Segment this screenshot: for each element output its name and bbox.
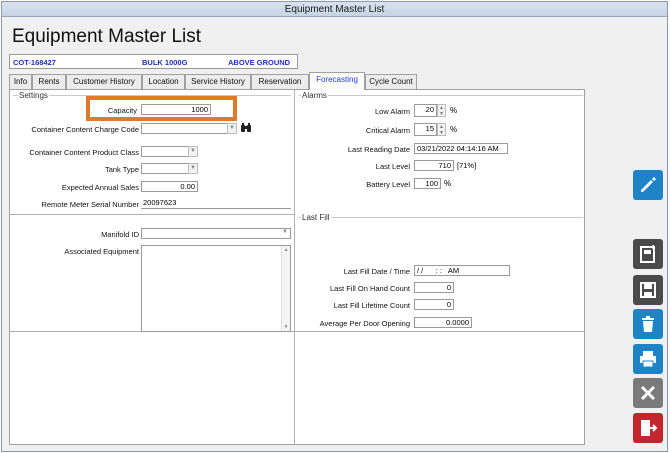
tank-type-dropdown-button[interactable]: ▼ — [188, 163, 198, 174]
cancel-button[interactable] — [633, 378, 663, 408]
last-fill-group-line — [299, 217, 583, 218]
tab-rents[interactable]: Rents — [32, 74, 66, 89]
last-reading-label: Last Reading Date — [347, 145, 410, 154]
alarms-group-line — [299, 95, 583, 96]
tab-location[interactable]: Location — [142, 74, 185, 89]
exit-button[interactable] — [633, 413, 663, 443]
battery-level-unit: % — [444, 179, 452, 188]
print-button[interactable] — [633, 344, 663, 374]
equipment-id: COT-168427 — [13, 58, 56, 67]
manifold-id-label: Manifold ID — [101, 230, 139, 239]
annual-sales-input[interactable]: 0.00 — [141, 181, 198, 192]
settings-group-label: Settings — [18, 91, 49, 100]
delete-button[interactable] — [633, 309, 663, 339]
associated-equipment-scrollbar[interactable]: ▲ ▼ — [281, 246, 290, 331]
charge-code-dropdown-button[interactable]: ▼ — [227, 123, 237, 134]
exit-door-icon — [641, 420, 658, 436]
tab-forecasting[interactable]: Forecasting — [309, 72, 365, 90]
per-door-value: 0.0000 — [414, 317, 472, 328]
manifold-id-select[interactable] — [141, 228, 291, 239]
new-document-icon — [640, 245, 655, 263]
last-level-label: Last Level — [375, 162, 410, 171]
tank-type-label: Tank Type — [104, 165, 139, 174]
equipment-location-type: ABOVE GROUND — [228, 58, 291, 67]
associated-equipment-list[interactable]: ▲ ▼ — [141, 245, 291, 332]
charge-code-select[interactable] — [141, 123, 237, 134]
equipment-summary-bar: COT-168427 BULK 1000G ABOVE GROUND — [9, 54, 298, 69]
last-level-value: 710 — [414, 160, 454, 171]
column-divider — [294, 90, 295, 444]
new-button[interactable] — [633, 239, 663, 269]
tab-customer-history[interactable]: Customer History — [66, 74, 142, 89]
battery-level-value: 100 — [414, 178, 441, 189]
product-class-label: Container Content Product Class — [29, 148, 139, 157]
meter-serial-label: Remote Meter Serial Number — [41, 200, 139, 209]
low-alarm-label: Low Alarm — [374, 107, 410, 116]
forecasting-panel: Settings Capacity 1000 Container Content… — [9, 89, 585, 445]
charge-code-label: Container Content Charge Code — [31, 125, 139, 134]
last-fill-lifetime-value: 0 — [414, 299, 454, 310]
meter-serial-input[interactable]: 20097623 — [141, 198, 291, 209]
window-title-bar: Equipment Master List — [2, 2, 667, 17]
battery-level-label: Battery Level — [366, 180, 410, 189]
x-icon — [640, 385, 656, 401]
save-button[interactable] — [633, 275, 663, 305]
last-fill-on-hand-label: Last Fill On Hand Count — [329, 284, 410, 293]
last-fill-group-label: Last Fill — [301, 213, 331, 222]
low-alarm-spinner[interactable]: ▲ ▼ — [437, 104, 446, 117]
critical-alarm-input[interactable]: 15 — [414, 123, 437, 136]
equipment-master-window: Equipment Master List Equipment Master L… — [1, 1, 668, 452]
associated-equipment-label: Associated Equipment — [64, 247, 139, 256]
last-reading-value: 03/21/2022 04:14:16 AM — [414, 143, 508, 154]
last-fill-on-hand-value: 0 — [414, 282, 454, 293]
capacity-highlight-box — [86, 96, 237, 121]
printer-icon — [640, 351, 656, 368]
page-title: Equipment Master List — [12, 26, 202, 47]
scroll-down-icon[interactable]: ▼ — [282, 323, 290, 331]
alarms-group-label: Alarms — [301, 91, 328, 100]
annual-sales-label: Expected Annual Sales — [61, 183, 139, 192]
tab-service-history[interactable]: Service History — [185, 74, 251, 89]
equipment-description: BULK 1000G — [142, 58, 188, 67]
floppy-disk-icon — [640, 282, 656, 298]
scroll-up-icon[interactable]: ▲ — [282, 246, 290, 254]
low-alarm-input[interactable]: 20 — [414, 104, 437, 117]
critical-alarm-label: Critical Alarm — [365, 126, 410, 135]
critical-alarm-unit: % — [450, 125, 458, 134]
trash-icon — [642, 316, 654, 332]
product-class-dropdown-button[interactable]: ▼ — [188, 146, 198, 157]
tab-info[interactable]: Info — [9, 74, 32, 89]
per-door-label: Average Per Door Opening — [319, 319, 410, 328]
pencil-icon — [641, 177, 656, 192]
settings-divider — [10, 214, 294, 215]
binoculars-icon[interactable] — [240, 122, 252, 134]
last-fill-date-label: Last Fill Date / Time — [343, 267, 410, 276]
last-fill-lifetime-label: Last Fill Lifetime Count — [333, 301, 410, 310]
low-alarm-unit: % — [450, 106, 458, 115]
critical-alarm-spinner[interactable]: ▲ ▼ — [437, 123, 446, 136]
tab-reservation[interactable]: Reservation — [251, 74, 309, 89]
edit-button[interactable] — [633, 170, 663, 200]
last-fill-divider — [295, 331, 584, 332]
tab-cycle-count[interactable]: Cycle Count — [365, 74, 417, 89]
manifold-dropdown-button[interactable]: ▼ — [280, 228, 290, 239]
last-level-percent: [71%] — [457, 161, 477, 170]
last-fill-date-input[interactable]: / / : : AM — [414, 265, 510, 276]
